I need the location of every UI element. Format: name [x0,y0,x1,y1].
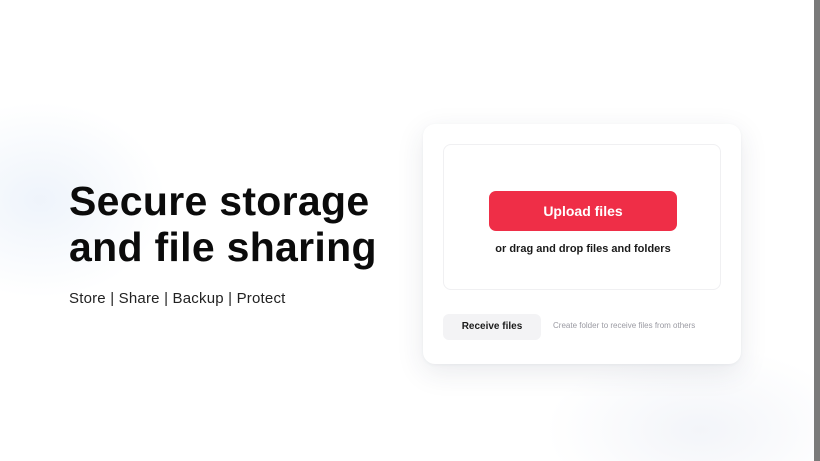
hero-tagline: Store | Share | Backup | Protect [69,290,286,307]
upload-card: Upload files or drag and drop files and … [423,124,741,364]
hero-title: Secure storage and file sharing [69,178,377,270]
upload-files-button[interactable]: Upload files [489,191,677,231]
receive-hint-text: Create folder to receive files from othe… [553,321,696,330]
scrollbar-thumb[interactable] [814,0,820,461]
page-scrollbar[interactable] [814,0,820,461]
drop-zone[interactable]: Upload files or drag and drop files and … [443,144,721,290]
landing-page: Secure storage and file sharing Store | … [0,0,820,461]
receive-files-button[interactable]: Receive files [443,314,541,340]
drop-hint-text: or drag and drop files and folders [495,243,671,255]
